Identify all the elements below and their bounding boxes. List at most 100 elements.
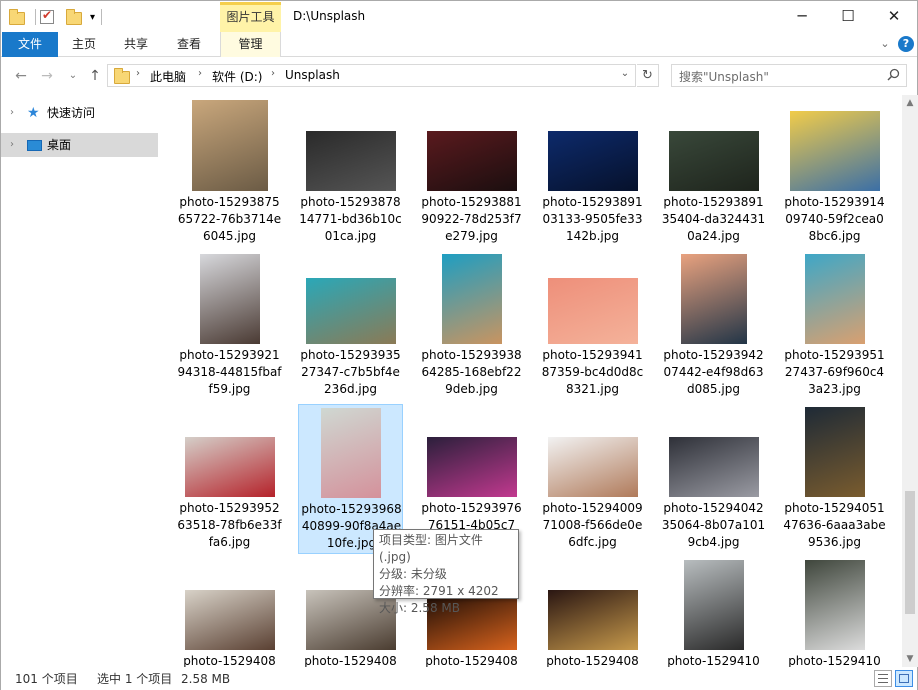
breadcrumb-separator[interactable]: ›: [136, 68, 140, 79]
image-thumbnail: [184, 590, 275, 650]
file-tile[interactable]: photo-1529395127437-69f960c43a23.jpg: [782, 251, 887, 401]
file-tile[interactable]: photo-1529410: [782, 557, 887, 667]
image-thumbnail: [199, 254, 260, 344]
status-bar: 101 个项目 选中 1 个项目 2.58 MB: [1, 668, 917, 690]
vertical-scrollbar[interactable]: ▲ ▼: [902, 95, 918, 667]
nav-item-desktop[interactable]: › 桌面: [1, 133, 158, 157]
item-count: 101 个项目: [15, 672, 78, 686]
toolbar-divider: [101, 9, 103, 25]
address-dropdown-icon[interactable]: ⌄: [618, 68, 632, 79]
scroll-up-icon[interactable]: ▲: [902, 95, 918, 111]
file-name: photo-1529393527347-c7b5bf4e236d.jpg: [300, 348, 401, 396]
up-button[interactable]: ↑: [86, 67, 104, 85]
file-tile[interactable]: photo-1529388190922-78d253f7e279.jpg: [419, 98, 524, 248]
image-thumbnail: [680, 254, 747, 344]
file-name: photo-1529404235064-8b07a1019cb4.jpg: [661, 501, 766, 549]
file-name: photo-1529395263518-78fb6e33ffa6.jpg: [177, 501, 282, 549]
tab-home[interactable]: 主页: [61, 32, 107, 57]
file-name: photo-1529395127437-69f960c43a23.jpg: [784, 348, 885, 396]
file-name: photo-1529392194318-44815fbaff59.jpg: [177, 348, 282, 396]
file-tile[interactable]: photo-1529392194318-44815fbaff59.jpg: [177, 251, 282, 401]
address-bar[interactable]: › 此电脑 › 软件 (D:) › Unsplash ⌄: [107, 64, 636, 87]
file-tile[interactable]: photo-1529400971008-f566de0e6dfc.jpg: [540, 404, 645, 554]
image-thumbnail: [668, 131, 759, 191]
folder-icon: [114, 68, 130, 84]
scroll-down-icon[interactable]: ▼: [902, 651, 918, 667]
nav-item-label: 桌面: [47, 138, 72, 152]
image-thumbnail: [804, 560, 865, 650]
file-tile[interactable]: photo-1529387814771-bd36b10c01ca.jpg: [298, 98, 403, 248]
file-tile[interactable]: photo-1529394187359-bc4d0d8c8321.jpg: [540, 251, 645, 401]
file-name: photo-1529408: [304, 654, 397, 667]
search-input[interactable]: 搜索"Unsplash": [671, 64, 907, 87]
nav-item-quick-access[interactable]: › ★ 快速访问: [1, 101, 158, 125]
file-tile[interactable]: photo-1529408: [177, 557, 282, 667]
file-tile[interactable]: photo-1529408: [540, 557, 645, 667]
file-tile[interactable]: photo-1529391409740-59f2cea08bc6.jpg: [782, 98, 887, 248]
tab-file[interactable]: 文件: [2, 32, 58, 57]
image-thumbnail: [305, 278, 396, 344]
image-thumbnail: [441, 254, 502, 344]
large-icons-view-button[interactable]: [895, 670, 913, 687]
file-name: photo-1529389135404-da3244310a24.jpg: [661, 195, 766, 243]
expand-chevron-icon[interactable]: ›: [10, 101, 14, 125]
file-tile[interactable]: photo-1529410: [661, 557, 766, 667]
tab-view[interactable]: 查看: [166, 32, 212, 57]
breadcrumb-drive-d[interactable]: 软件 (D:): [212, 68, 262, 85]
ribbon-tabs: 文件 主页 共享 查看 管理 ⌄ ?: [1, 32, 917, 57]
image-thumbnail: [305, 131, 396, 191]
file-name: photo-1529389103133-9505fe33142b.jpg: [542, 195, 643, 243]
navigation-bar: ← → ⌄ ↑ › 此电脑 › 软件 (D:) › Unsplash ⌄ ↻ 搜…: [1, 58, 917, 94]
file-tile[interactable]: photo-1529393527347-c7b5bf4e236d.jpg: [298, 251, 403, 401]
image-thumbnail: [426, 131, 517, 191]
scrollbar-thumb[interactable]: [905, 491, 915, 614]
file-name: photo-1529410: [788, 654, 881, 667]
image-thumbnail: [804, 407, 865, 497]
file-name: photo-1529391409740-59f2cea08bc6.jpg: [784, 195, 885, 243]
customize-toolbar-icon[interactable]: ▾: [90, 12, 95, 23]
breadcrumb-this-pc[interactable]: 此电脑: [150, 68, 186, 85]
desktop-icon: [27, 140, 42, 151]
properties-icon[interactable]: [40, 8, 54, 24]
tab-manage[interactable]: 管理: [220, 32, 281, 57]
image-thumbnail: [547, 131, 638, 191]
file-tile[interactable]: photo-1529393864285-168ebf229deb.jpg: [419, 251, 524, 401]
file-tile[interactable]: photo-1529404235064-8b07a1019cb4.jpg: [661, 404, 766, 554]
file-name: photo-1529394207442-e4f98d63d085.jpg: [663, 348, 764, 396]
file-name: photo-1529408: [183, 654, 276, 667]
new-folder-icon[interactable]: [66, 9, 82, 25]
breadcrumb-separator[interactable]: ›: [271, 68, 275, 79]
image-thumbnail: [683, 560, 744, 650]
forward-button[interactable]: →: [38, 67, 56, 85]
tooltip-line: 分辨率: 2791 x 4202: [379, 584, 499, 598]
selection-size: 2.58 MB: [181, 672, 231, 686]
image-thumbnail: [191, 100, 268, 191]
breadcrumb-separator[interactable]: ›: [198, 68, 202, 79]
file-tile[interactable]: photo-1529395263518-78fb6e33ffa6.jpg: [177, 404, 282, 554]
folder-icon: [9, 9, 25, 25]
file-tile[interactable]: photo-1529389135404-da3244310a24.jpg: [661, 98, 766, 248]
details-view-button[interactable]: [874, 670, 892, 687]
selection-count: 选中 1 个项目: [97, 672, 173, 686]
file-tile[interactable]: photo-1529405147636-6aaa3abe9536.jpg: [782, 404, 887, 554]
file-tile[interactable]: photo-1529389103133-9505fe33142b.jpg: [540, 98, 645, 248]
file-tile[interactable]: photo-1529387565722-76b3714e6045.jpg: [177, 98, 282, 248]
expand-chevron-icon[interactable]: ›: [10, 133, 14, 157]
minimize-button[interactable]: ─: [779, 1, 825, 32]
help-icon[interactable]: ?: [898, 36, 914, 52]
expand-ribbon-icon[interactable]: ⌄: [877, 36, 893, 52]
file-name: photo-1529388190922-78d253f7e279.jpg: [421, 195, 522, 243]
maximize-button[interactable]: ☐: [825, 1, 871, 32]
search-icon: [887, 68, 900, 81]
file-tile[interactable]: photo-1529394207442-e4f98d63d085.jpg: [661, 251, 766, 401]
image-thumbnail: [320, 408, 381, 498]
recent-locations-button[interactable]: ⌄: [64, 67, 82, 85]
back-button[interactable]: ←: [12, 67, 30, 85]
search-placeholder: 搜索"Unsplash": [679, 70, 769, 84]
refresh-button[interactable]: ↻: [637, 64, 659, 87]
file-info-tooltip: 项目类型: 图片文件(.jpg) 分级: 未分级 分辨率: 2791 x 420…: [373, 529, 519, 615]
image-thumbnail: [547, 437, 638, 497]
close-button[interactable]: ✕: [871, 1, 917, 32]
breadcrumb-unsplash[interactable]: Unsplash: [285, 68, 340, 82]
tab-share[interactable]: 共享: [113, 32, 159, 57]
